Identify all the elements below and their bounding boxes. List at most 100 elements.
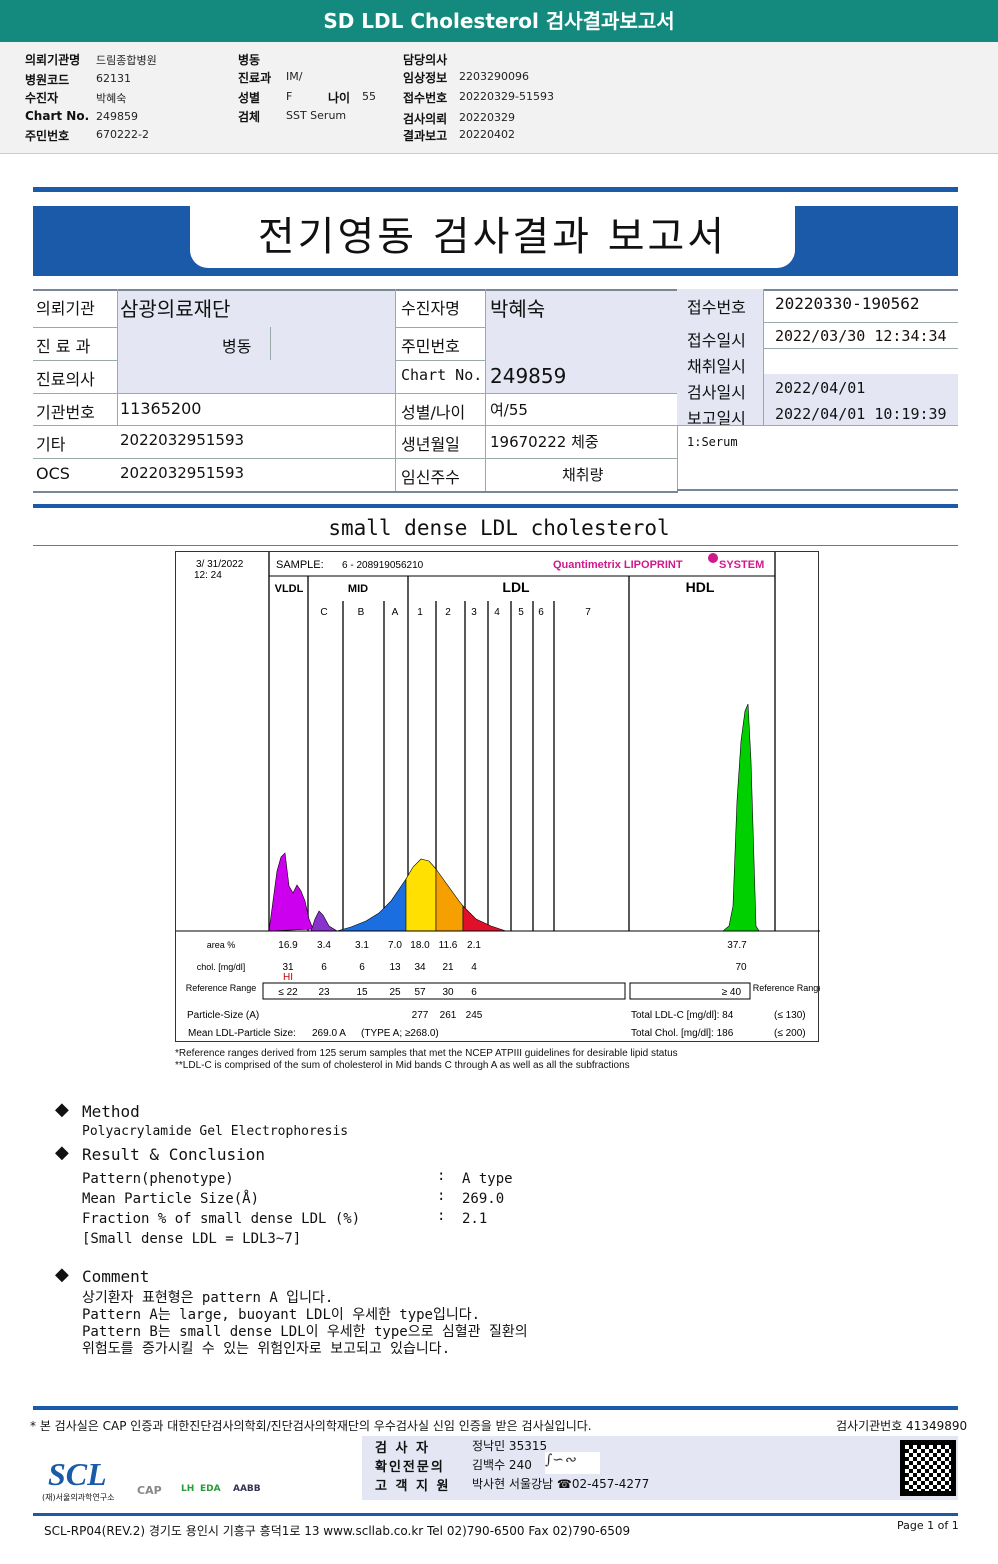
chart-date: 3/ 31/2022 [196, 559, 244, 570]
field-value: 249859 [490, 364, 567, 388]
type-label: (TYPE A; ≥268.0) [361, 1028, 439, 1039]
cert-logo: CAP [137, 1484, 162, 1497]
region-label: MID [348, 583, 368, 595]
divider [763, 289, 764, 425]
ref-value: 23 [318, 987, 330, 998]
divider [33, 545, 958, 546]
field-label: Chart No. [401, 366, 483, 384]
staff-name: 김백수 240 [472, 1458, 532, 1472]
field-label: 진료의사 [36, 370, 95, 389]
band-label: 5 [518, 607, 524, 618]
qr-code [900, 1440, 956, 1496]
divider [33, 1513, 958, 1516]
specimen: 1:Serum [687, 435, 738, 449]
info-value: 20220329-51593 [459, 90, 554, 103]
info-value: 20220402 [459, 128, 515, 141]
particle-size: 277 [412, 1010, 429, 1021]
result-value: 2.1 [462, 1211, 488, 1227]
report-title: 전기영동 검사결과 보고서 [190, 206, 795, 268]
result-label: Fraction % of small dense LDL (%) [82, 1211, 361, 1227]
registered-icon [708, 553, 718, 563]
field-label: 접수번호 [687, 298, 746, 317]
info-label: 결과보고 [403, 129, 448, 143]
electrophoresis-chart: 3/ 31/2022 12: 24 SAMPLE: 6 - 208919056210 Q… [175, 551, 823, 1042]
total-ldl-ref: (≤ 130) [774, 1010, 806, 1021]
cert-logo: LH [181, 1484, 195, 1494]
staff-role: 확인전문의 [375, 1460, 445, 1475]
divider [33, 187, 958, 192]
divider [677, 489, 958, 491]
field-label: 수진자명 [401, 299, 460, 318]
field-value: 박혜숙 [490, 297, 546, 321]
total-ldl: Total LDL-C [mg/dl]: 84 [631, 1010, 734, 1021]
band-label: C [320, 607, 327, 618]
diamond-icon: ◆ [55, 1142, 69, 1163]
row-label: Reference Range [753, 983, 820, 993]
field-value: 삼광의료재단 [120, 297, 231, 321]
separator: : [437, 1208, 446, 1224]
ldl-note: **LDL-C is comprised of the sum of chole… [175, 1060, 630, 1071]
total-chol-ref: (≤ 200) [774, 1028, 806, 1039]
density-peak [268, 852, 314, 932]
page-number: Page 1 of 1 [897, 1519, 959, 1532]
field-value: 2022/04/01 [775, 379, 866, 397]
cell-bg [117, 360, 395, 393]
density-peak [722, 703, 760, 932]
info-value: 드림종합병원 [96, 54, 157, 67]
area-value: 3.4 [317, 940, 331, 951]
cell-bg [485, 327, 677, 360]
brand-system: SYSTEM [719, 559, 764, 571]
field-label: 성별/나이 [401, 403, 466, 422]
chart-time: 12: 24 [194, 570, 222, 581]
info-label: 주민번호 [25, 129, 70, 143]
band-label: 1 [417, 607, 423, 618]
divider [33, 458, 678, 459]
result-value: A type [462, 1171, 513, 1187]
staff-name: 박사현 서울강남 ☎02-457-4277 [472, 1477, 650, 1491]
certification-note: * 본 검사실은 CAP 인증과 대한진단검사의학회/진단검사의학재단의 우수검… [30, 1419, 592, 1433]
field-label: 진 료 과 [36, 337, 91, 356]
density-peak [310, 910, 339, 932]
ref-value: 25 [389, 987, 401, 998]
field-value: 20220330-190562 [775, 294, 920, 313]
ref-value: 6 [471, 987, 477, 998]
info-label: 병원코드 [25, 73, 70, 87]
comment-title: Comment [82, 1267, 150, 1286]
result-title: Result & Conclusion [82, 1145, 266, 1164]
info-label: 접수번호 [403, 91, 448, 105]
info-label: 임상정보 [403, 71, 448, 85]
divider [33, 289, 958, 291]
area-value: 11.6 [439, 940, 458, 951]
report-header-title: SD LDL Cholesterol 검사결과보고서 [0, 0, 998, 42]
divider [33, 504, 958, 508]
ref-value: 30 [442, 987, 454, 998]
divider [395, 289, 396, 491]
info-label: 성별 [238, 91, 261, 105]
field-value: 2022/03/30 12:34:34 [775, 327, 947, 345]
band-label: 2 [445, 607, 451, 618]
divider [33, 425, 678, 426]
info-value: 박혜숙 [96, 92, 127, 105]
scl-logo: SCL [48, 1456, 107, 1492]
comment-line: 위험도를 증가시킬 수 있는 위험인자로 보고되고 있습니다. [82, 1341, 451, 1357]
chol-value: 6 [321, 962, 327, 973]
field-label: OCS [36, 464, 70, 483]
chol-value: 4 [471, 962, 477, 973]
result-note: [Small dense LDL = LDL3~7] [82, 1231, 302, 1247]
band-label: B [358, 607, 365, 618]
field-value: 2022/04/01 10:19:39 [775, 405, 947, 423]
info-label: 병동 [238, 53, 261, 67]
info-label: 진료과 [238, 71, 272, 85]
band-label: 3 [471, 607, 477, 618]
row-label: Reference Range [186, 983, 257, 993]
mean-size: 269.0 A [312, 1028, 346, 1039]
diamond-icon: ◆ [55, 1099, 69, 1120]
field-label: 생년월일 [401, 435, 460, 454]
region-label: HDL [686, 579, 715, 595]
divider [117, 289, 118, 425]
region-label: LDL [502, 579, 530, 595]
field-value: 채취량 [562, 466, 604, 484]
particle-size: 261 [440, 1010, 457, 1021]
divider [33, 491, 678, 493]
electrophoresis-graph: 3/ 31/202212: 24 SAMPLE: 6 - 208919056210 Q… [176, 552, 823, 1039]
